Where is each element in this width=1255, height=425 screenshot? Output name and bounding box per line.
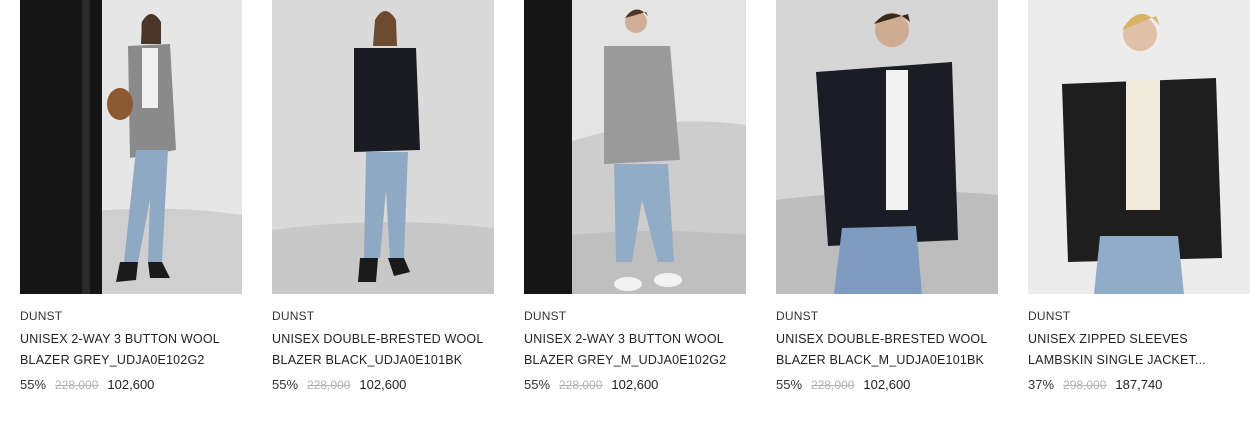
product-photo-grey-blazer-woman: [20, 0, 242, 294]
product-photo-grey-blazer-man: [524, 0, 746, 294]
product-name-line-2: BLAZER GREY_M_UDJA0E102G2: [524, 353, 727, 367]
price-row: 37% 298,000 187,740: [1028, 377, 1250, 392]
price-row: 55% 228,000 102,600: [272, 377, 494, 392]
product-image[interactable]: [272, 0, 494, 294]
product-card[interactable]: DUNST UNISEX DOUBLE-BRESTED WOOL BLAZER …: [272, 0, 494, 392]
sale-price: 102,600: [611, 377, 659, 392]
product-image[interactable]: [1028, 0, 1250, 294]
brand-name: DUNST: [20, 309, 63, 323]
price-row: 55% 228,000 102,600: [20, 377, 242, 392]
product-image[interactable]: [20, 0, 242, 294]
brand-name: DUNST: [776, 309, 819, 323]
product-grid: DUNST UNISEX 2-WAY 3 BUTTON WOOL BLAZER …: [0, 0, 1255, 425]
original-price: 228,000: [307, 378, 351, 392]
brand-name: DUNST: [524, 309, 567, 323]
garment-top: [604, 46, 680, 164]
product-name-line-2: LAMBSKIN SINGLE JACKET...: [1028, 353, 1206, 367]
product-card[interactable]: DUNST UNISEX 2-WAY 3 BUTTON WOOL BLAZER …: [20, 0, 242, 392]
original-price: 228,000: [559, 378, 603, 392]
product-image[interactable]: [776, 0, 998, 294]
product-photo-black-blazer-man: [776, 0, 998, 294]
brand-name: DUNST: [272, 309, 315, 323]
product-card[interactable]: DUNST UNISEX ZIPPED SLEEVES LAMBSKIN SIN…: [1028, 0, 1250, 392]
price-row: 55% 228,000 102,600: [776, 377, 998, 392]
discount-rate: 55%: [524, 377, 551, 392]
product-name[interactable]: UNISEX 2-WAY 3 BUTTON WOOL BLAZER GREY_U…: [20, 329, 242, 371]
discount-rate: 55%: [272, 377, 299, 392]
discount-rate: 55%: [776, 377, 803, 392]
product-name-line-1: UNISEX ZIPPED SLEEVES: [1028, 332, 1188, 346]
price-row: 55% 228,000 102,600: [524, 377, 746, 392]
discount-rate: 37%: [1028, 377, 1055, 392]
product-card[interactable]: DUNST UNISEX 2-WAY 3 BUTTON WOOL BLAZER …: [524, 0, 746, 392]
product-name[interactable]: UNISEX 2-WAY 3 BUTTON WOOL BLAZER GREY_M…: [524, 329, 746, 371]
product-name-line-2: BLAZER GREY_UDJA0E102G2: [20, 353, 205, 367]
product-name-line-2: BLAZER BLACK_UDJA0E101BK: [272, 353, 463, 367]
product-name[interactable]: UNISEX DOUBLE-BRESTED WOOL BLAZER BLACK_…: [272, 329, 494, 371]
garment-top: [354, 48, 420, 152]
original-price: 228,000: [55, 378, 99, 392]
brand-name: DUNST: [1028, 309, 1071, 323]
product-name-line-1: UNISEX 2-WAY 3 BUTTON WOOL: [20, 332, 220, 346]
product-name-line-1: UNISEX 2-WAY 3 BUTTON WOOL: [524, 332, 724, 346]
product-photo-lambskin-jacket-man: [1028, 0, 1250, 294]
original-price: 298,000: [1063, 378, 1107, 392]
product-name[interactable]: UNISEX ZIPPED SLEEVES LAMBSKIN SINGLE JA…: [1028, 329, 1250, 371]
sale-price: 187,740: [1115, 377, 1163, 392]
garment-jeans: [834, 226, 922, 294]
product-name-line-1: UNISEX DOUBLE-BRESTED WOOL: [272, 332, 484, 346]
sale-price: 102,600: [359, 377, 407, 392]
sale-price: 102,600: [863, 377, 911, 392]
product-name-line-2: BLAZER BLACK_M_UDJA0E101BK: [776, 353, 985, 367]
discount-rate: 55%: [20, 377, 47, 392]
product-name-line-1: UNISEX DOUBLE-BRESTED WOOL: [776, 332, 988, 346]
product-card[interactable]: DUNST UNISEX DOUBLE-BRESTED WOOL BLAZER …: [776, 0, 998, 392]
product-name[interactable]: UNISEX DOUBLE-BRESTED WOOL BLAZER BLACK_…: [776, 329, 998, 371]
sale-price: 102,600: [107, 377, 155, 392]
original-price: 228,000: [811, 378, 855, 392]
garment-jeans: [1094, 236, 1184, 294]
product-image[interactable]: [524, 0, 746, 294]
product-photo-black-blazer-woman: [272, 0, 494, 294]
